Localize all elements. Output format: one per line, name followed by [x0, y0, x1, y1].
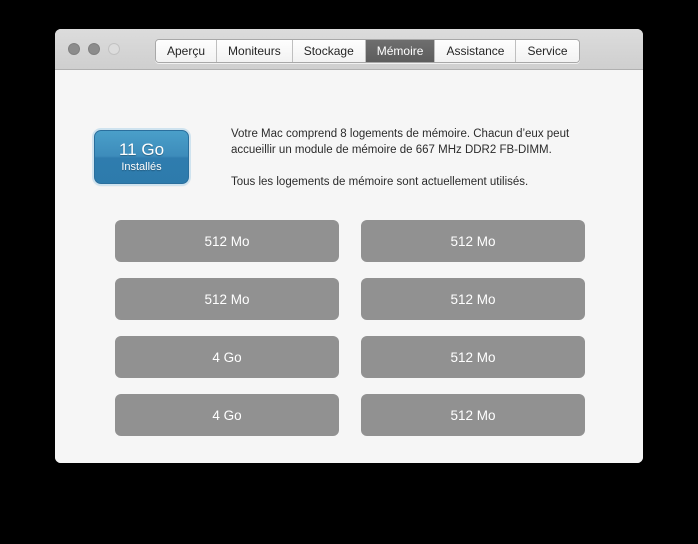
memory-description: Votre Mac comprend 8 logements de mémoir…: [231, 126, 597, 190]
tab-apercu[interactable]: Aperçu: [156, 40, 218, 62]
zoom-button[interactable]: [108, 43, 120, 55]
installed-memory-badge: 11 Go Installés: [94, 130, 189, 184]
window-titlebar: Aperçu Moniteurs Stockage Mémoire Assist…: [55, 29, 643, 70]
about-this-mac-window: Aperçu Moniteurs Stockage Mémoire Assist…: [55, 29, 643, 463]
memory-description-line1: Votre Mac comprend 8 logements de mémoir…: [231, 128, 570, 156]
memory-slot[interactable]: 512 Mo: [361, 220, 585, 262]
installed-memory-amount: 11 Go: [118, 140, 165, 160]
tab-stockage[interactable]: Stockage: [292, 40, 366, 62]
memory-slot[interactable]: 512 Mo: [115, 220, 339, 262]
memory-tab-content: 11 Go Installés Votre Mac comprend 8 log…: [55, 70, 643, 463]
memory-slot[interactable]: 512 Mo: [115, 278, 339, 320]
traffic-light-group: [68, 43, 120, 55]
installed-memory-label: Installés: [121, 160, 162, 173]
memory-slot[interactable]: 512 Mo: [361, 278, 585, 320]
memory-slot[interactable]: 512 Mo: [361, 336, 585, 378]
minimize-button[interactable]: [88, 43, 100, 55]
tab-service[interactable]: Service: [516, 40, 579, 62]
memory-slot[interactable]: 4 Go: [115, 394, 339, 436]
tab-moniteurs[interactable]: Moniteurs: [217, 40, 293, 62]
close-button[interactable]: [68, 43, 80, 55]
tab-bar: Aperçu Moniteurs Stockage Mémoire Assist…: [155, 39, 580, 63]
memory-slot[interactable]: 512 Mo: [361, 394, 585, 436]
tab-assistance[interactable]: Assistance: [435, 40, 517, 62]
memory-slot-grid: 512 Mo 512 Mo 512 Mo 512 Mo 4 Go 512 Mo …: [115, 220, 585, 436]
memory-slot[interactable]: 4 Go: [115, 336, 339, 378]
tab-memoire[interactable]: Mémoire: [365, 40, 436, 62]
memory-description-line2: Tous les logements de mémoire sont actue…: [231, 176, 529, 188]
